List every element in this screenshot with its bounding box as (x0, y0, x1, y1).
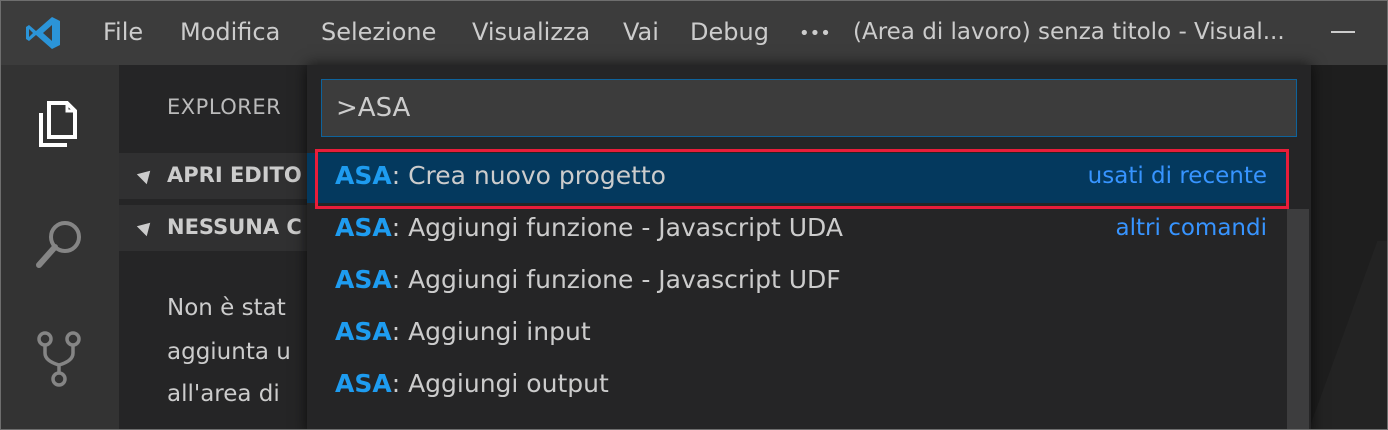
open-editors-section[interactable]: APRI EDITO (119, 153, 319, 199)
menu-selection[interactable]: Selezione (321, 15, 436, 49)
command-label: ASA: Crea nuovo progetto (335, 161, 666, 190)
menu-go[interactable]: Vai (623, 15, 659, 49)
command-palette: ASA: Crea nuovo progetto usati di recent… (307, 65, 1311, 429)
menu-debug[interactable]: Debug (690, 15, 769, 49)
command-prefix: ASA (335, 213, 392, 242)
empty-workspace-text: all'area di (167, 381, 280, 407)
command-label: ASA: Aggiungi funzione - Javascript UDA (335, 213, 843, 242)
menu-file[interactable]: File (103, 15, 143, 49)
command-label: ASA: Aggiungi input (335, 317, 591, 346)
command-text: : Crea nuovo progetto (391, 161, 666, 190)
command-prefix: ASA (335, 317, 392, 346)
command-prefix: ASA (335, 265, 392, 294)
command-group-label: altri comandi (1115, 215, 1267, 241)
command-item[interactable]: ASA: Aggiungi input (307, 309, 1287, 359)
section-label: APRI EDITO (167, 163, 302, 187)
command-group-label: usati di recente (1087, 163, 1267, 189)
vscode-logo-icon[interactable] (23, 13, 63, 53)
window-frame: File Modifica Selezione Visualizza Vai D… (0, 0, 1388, 430)
command-label: ASA: Aggiungi funzione - Javascript UDF (335, 265, 841, 294)
command-item[interactable]: ASA: Aggiungi output (307, 361, 1287, 411)
files-icon[interactable] (29, 93, 91, 155)
menu-view[interactable]: Visualizza (472, 15, 590, 49)
title-bar: File Modifica Selezione Visualizza Vai D… (1, 1, 1387, 65)
command-text: : Aggiungi funzione - Javascript UDA (391, 213, 843, 242)
source-control-icon[interactable] (29, 327, 91, 389)
command-item[interactable]: ASA: Crea nuovo progetto usati di recent… (307, 153, 1287, 203)
window-title: (Area di lavoro) senza titolo - Visual..… (853, 19, 1285, 45)
empty-workspace-text: Non è stat (167, 295, 286, 321)
command-label: ASA: Aggiungi output (335, 369, 609, 398)
collapse-arrow-icon (136, 217, 156, 237)
command-prefix: ASA (335, 369, 392, 398)
workspace-section[interactable]: NESSUNA C (119, 205, 319, 251)
command-text: : Aggiungi output (391, 369, 609, 398)
menu-more[interactable]: ••• (799, 17, 831, 51)
command-palette-input[interactable] (321, 79, 1297, 137)
command-text: : Aggiungi funzione - Javascript UDF (391, 265, 841, 294)
empty-workspace-text: aggiunta u (167, 339, 291, 365)
minimize-button[interactable] (1331, 31, 1355, 33)
collapse-arrow-icon (136, 165, 156, 185)
command-prefix: ASA (335, 161, 392, 190)
command-item[interactable]: ASA: Aggiungi funzione - Javascript UDA … (307, 205, 1287, 255)
explorer-title: EXPLORER (167, 95, 282, 119)
activity-bar (1, 65, 119, 429)
command-item[interactable]: ASA: Aggiungi funzione - Javascript UDF (307, 257, 1287, 307)
search-icon[interactable] (29, 213, 91, 275)
menu-edit[interactable]: Modifica (180, 15, 280, 49)
command-list-scrollbar[interactable] (1287, 209, 1309, 429)
section-label: NESSUNA C (167, 215, 302, 239)
command-text: : Aggiungi input (391, 317, 591, 346)
